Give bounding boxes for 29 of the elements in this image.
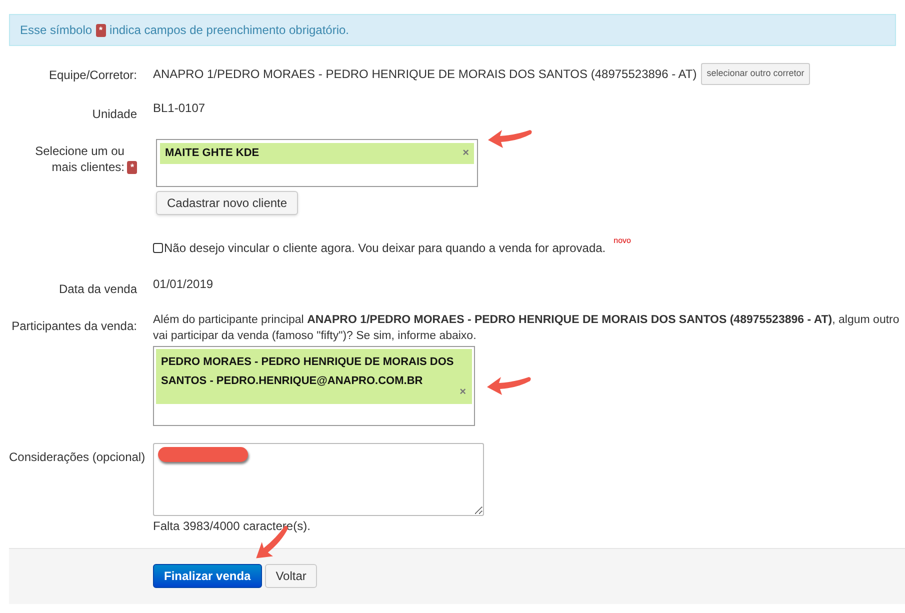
field-label: Equipe/Corretor: — [48, 68, 137, 82]
client-select-field[interactable]: MAITE GHTE KDE × — [156, 138, 478, 186]
character-counter: Falta 3983/4000 caractere(s). — [153, 518, 312, 534]
field-label: Participantes da venda: — [12, 318, 137, 332]
participants-description: Além do participante principal ANAPRO 1/PEDRO MORAES - PEDRO HENRIQUE DE MORAIS DOS SANTOS (48975523896 - AT), algum outro vai participar da venda (famoso "fifty")? Se sim, informe abaixo. — [153, 312, 900, 344]
new-label: novo — [614, 234, 631, 246]
finish-sale-button[interactable]: Finalizar venda — [153, 564, 262, 588]
required-badge: * — [96, 24, 106, 36]
sale-date: 01/01/2019 — [153, 276, 214, 290]
notes-field[interactable] — [153, 442, 484, 516]
participant-select-field[interactable]: PEDRO MORAES - PEDRO HENRIQUE DE MORAIS DOS SANTOS - PEDRO.HENRIQUE@ANAPRO.COM.BR × — [153, 346, 475, 426]
checkbox-label: Não desejo vincular o cliente agora. Vou deixar para quando a venda for aprovada. — [164, 240, 606, 256]
selected-client-tag[interactable]: MAITE GHTE KDE × — [160, 142, 474, 164]
field-label: Considerações (opcional) — [9, 450, 146, 464]
banner-text: indica campos de preenchimento obrigatório. — [110, 22, 350, 39]
selected-participant-tag[interactable]: PEDRO MORAES - PEDRO HENRIQUE DE MORAIS DOS SANTOS - PEDRO.HENRIQUE@ANAPRO.COM.BR × — [156, 348, 472, 404]
client-name: MAITE GHTE KDE — [165, 146, 260, 161]
checkbox[interactable] — [153, 242, 163, 252]
new-client-button[interactable]: Cadastrar novo cliente — [156, 190, 298, 214]
select-broker-button[interactable]: selecionar outro corretor — [700, 63, 810, 84]
back-button[interactable]: Voltar — [264, 564, 318, 588]
required-badge: * — [127, 160, 137, 174]
field-label: Selecione um ou mais clientes: — [34, 142, 124, 174]
broker-name: ANAPRO 1/PEDRO MORAES - PEDRO HENRIQUE DE MORAIS DOS SANTOS (48975523896 - AT) — [153, 66, 697, 83]
field-label: Unidade — [92, 106, 137, 120]
unit-value: BL1-0107 — [153, 100, 206, 114]
participant-name: PEDRO MORAES - PEDRO HENRIQUE DE MORAIS DOS SANTOS - PEDRO.HENRIQUE@ANAPRO.COM.BR — [161, 354, 455, 388]
banner-text: Esse símbolo — [20, 22, 92, 39]
field-label: Data da venda — [58, 282, 137, 296]
